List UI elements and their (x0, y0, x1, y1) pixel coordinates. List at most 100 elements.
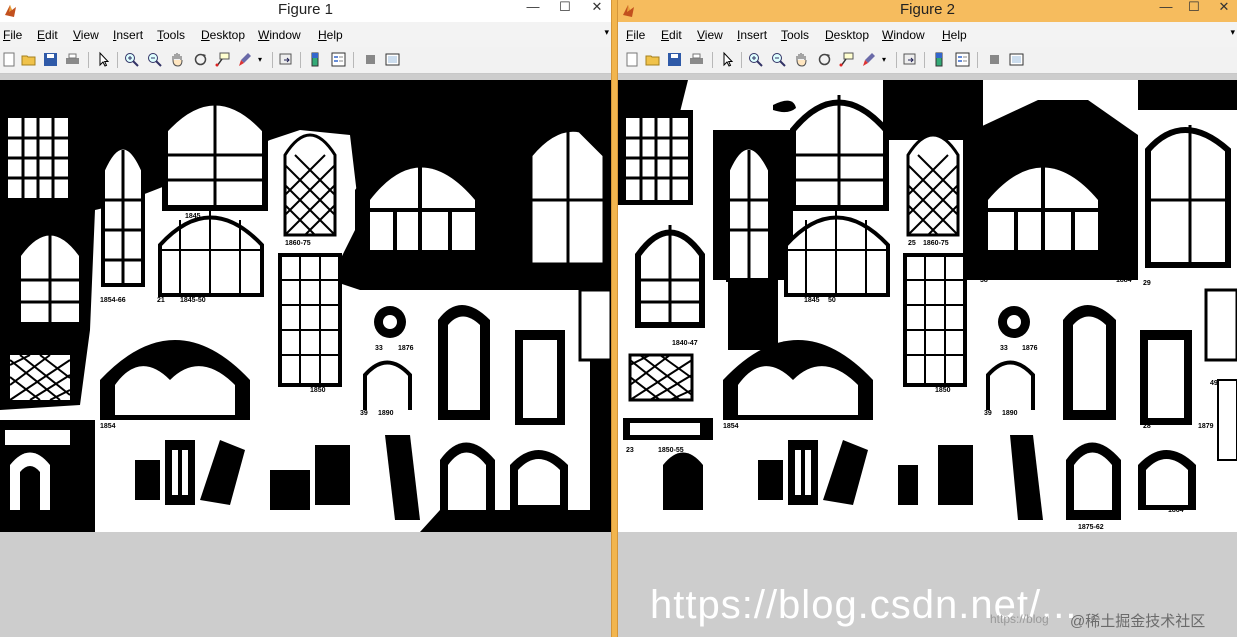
pan-hand-icon[interactable] (169, 51, 186, 68)
menu-window[interactable]: Window (258, 28, 301, 42)
image-label: 1840-47 (672, 340, 698, 347)
new-figure-icon[interactable] (0, 51, 17, 68)
window-separator (611, 0, 618, 637)
toolbar-separator (300, 52, 301, 68)
image-label: 1854-66 (100, 297, 126, 304)
image-label: 1845 (804, 297, 820, 304)
data-cursor-icon[interactable] (838, 51, 855, 68)
figure-1-window: Figure 1 — ☐ ✕ File Edit View Insert Too… (0, 0, 611, 637)
watermark-credit: @稀土掘金技术社区 (1070, 613, 1206, 630)
save-icon[interactable] (666, 51, 683, 68)
image-label: 1854 (723, 423, 739, 430)
zoom-out-icon[interactable] (770, 51, 787, 68)
toolbar-separator (272, 52, 273, 68)
menu-insert[interactable]: Insert (737, 28, 767, 42)
image-label: 1876 (398, 345, 414, 352)
binary-image-axes[interactable]: 1845 1860-75 1884 1854-66 1845-50 38 33 … (0, 80, 611, 532)
link-plot-icon[interactable] (902, 51, 919, 68)
image-label: 1890 (1002, 410, 1018, 417)
legend-icon[interactable] (330, 51, 347, 68)
menu-help[interactable]: Help (318, 28, 343, 42)
brush-icon[interactable] (236, 51, 253, 68)
menu-tools[interactable]: Tools (781, 28, 809, 42)
image-label: 1854 (100, 423, 116, 430)
menu-view[interactable]: View (73, 28, 99, 42)
figure-toolbar: ▾ (618, 47, 1237, 74)
image-label: 1884 (490, 277, 506, 284)
image-label: 1875-66 (462, 524, 488, 531)
colorbar-icon[interactable] (307, 51, 324, 68)
menu-view[interactable]: View (697, 28, 723, 42)
menu-file[interactable]: File (626, 28, 645, 42)
maximize-button[interactable]: ☐ (1181, 0, 1207, 16)
show-plot-tools-icon[interactable] (384, 51, 401, 68)
brush-icon[interactable] (860, 51, 877, 68)
hide-plot-tools-icon[interactable] (986, 51, 1003, 68)
menu-desktop[interactable]: Desktop (201, 28, 245, 42)
minimize-button[interactable]: — (520, 0, 546, 16)
image-label: 49 (1210, 380, 1218, 387)
new-figure-icon[interactable] (623, 51, 640, 68)
menu-tools[interactable]: Tools (157, 28, 185, 42)
image-label: 39 (360, 410, 368, 417)
menu-help[interactable]: Help (942, 28, 967, 42)
menu-overflow-icon[interactable]: ▾ (604, 27, 609, 38)
maximize-button[interactable]: ☐ (552, 0, 578, 16)
figure-toolbar: ▾ (0, 47, 611, 74)
print-icon[interactable] (688, 51, 705, 68)
zoom-out-icon[interactable] (146, 51, 163, 68)
link-plot-icon[interactable] (278, 51, 295, 68)
window-title: Figure 2 (899, 1, 956, 18)
image-label: 1864 (1168, 507, 1184, 514)
watermark-faint: https://blog (990, 612, 1049, 626)
close-button[interactable]: ✕ (1211, 0, 1237, 16)
select-arrow-icon[interactable] (719, 51, 736, 68)
menu-overflow-icon[interactable]: ▾ (1230, 27, 1235, 38)
image-label: 1850-55 (658, 447, 684, 454)
zoom-in-icon[interactable] (123, 51, 140, 68)
hide-plot-tools-icon[interactable] (362, 51, 379, 68)
close-button[interactable]: ✕ (584, 0, 610, 16)
open-file-icon[interactable] (20, 51, 37, 68)
menu-bar: File Edit View Insert Tools Desktop Wind… (618, 22, 1237, 47)
binary-image-axes[interactable]: 25 1860-75 38 1884 29 1845 50 1840-47 33… (618, 80, 1237, 532)
image-label: 25 (908, 240, 916, 247)
show-plot-tools-icon[interactable] (1008, 51, 1025, 68)
title-bar[interactable]: Figure 1 — ☐ ✕ (0, 0, 611, 22)
zoom-in-icon[interactable] (747, 51, 764, 68)
print-icon[interactable] (64, 51, 81, 68)
image-label: 33 (375, 345, 383, 352)
image-label: 1879 (1198, 423, 1214, 430)
rotate-3d-icon[interactable] (816, 51, 833, 68)
toolbar-separator (353, 52, 354, 68)
rotate-3d-icon[interactable] (192, 51, 209, 68)
pan-hand-icon[interactable] (793, 51, 810, 68)
image-label: 38 (980, 277, 988, 284)
image-label: 38 (355, 277, 363, 284)
minimize-button[interactable]: — (1153, 0, 1179, 16)
image-label: 21 (157, 297, 165, 304)
image-label: 1845-50 (180, 297, 206, 304)
colorbar-icon[interactable] (931, 51, 948, 68)
menu-desktop[interactable]: Desktop (825, 28, 869, 42)
menu-edit[interactable]: Edit (37, 28, 58, 42)
select-arrow-icon[interactable] (95, 51, 112, 68)
menu-file[interactable]: File (3, 28, 22, 42)
menu-bar: File Edit View Insert Tools Desktop Wind… (0, 22, 611, 47)
save-icon[interactable] (42, 51, 59, 68)
legend-icon[interactable] (954, 51, 971, 68)
image-label: 33 (1000, 345, 1008, 352)
menu-insert[interactable]: Insert (113, 28, 143, 42)
image-label: 1890 (378, 410, 394, 417)
toolbar-separator (117, 52, 118, 68)
figure-2-window: Figure 2 — ☐ ✕ File Edit View Insert Too… (618, 0, 1237, 637)
data-cursor-icon[interactable] (214, 51, 231, 68)
menu-window[interactable]: Window (882, 28, 925, 42)
toolbar-separator (924, 52, 925, 68)
open-file-icon[interactable] (644, 51, 661, 68)
menu-edit[interactable]: Edit (661, 28, 682, 42)
image-label: 23 (626, 447, 634, 454)
image-label: 1884 (1116, 277, 1132, 284)
title-bar[interactable]: Figure 2 — ☐ ✕ (618, 0, 1237, 22)
toolbar-separator (977, 52, 978, 68)
